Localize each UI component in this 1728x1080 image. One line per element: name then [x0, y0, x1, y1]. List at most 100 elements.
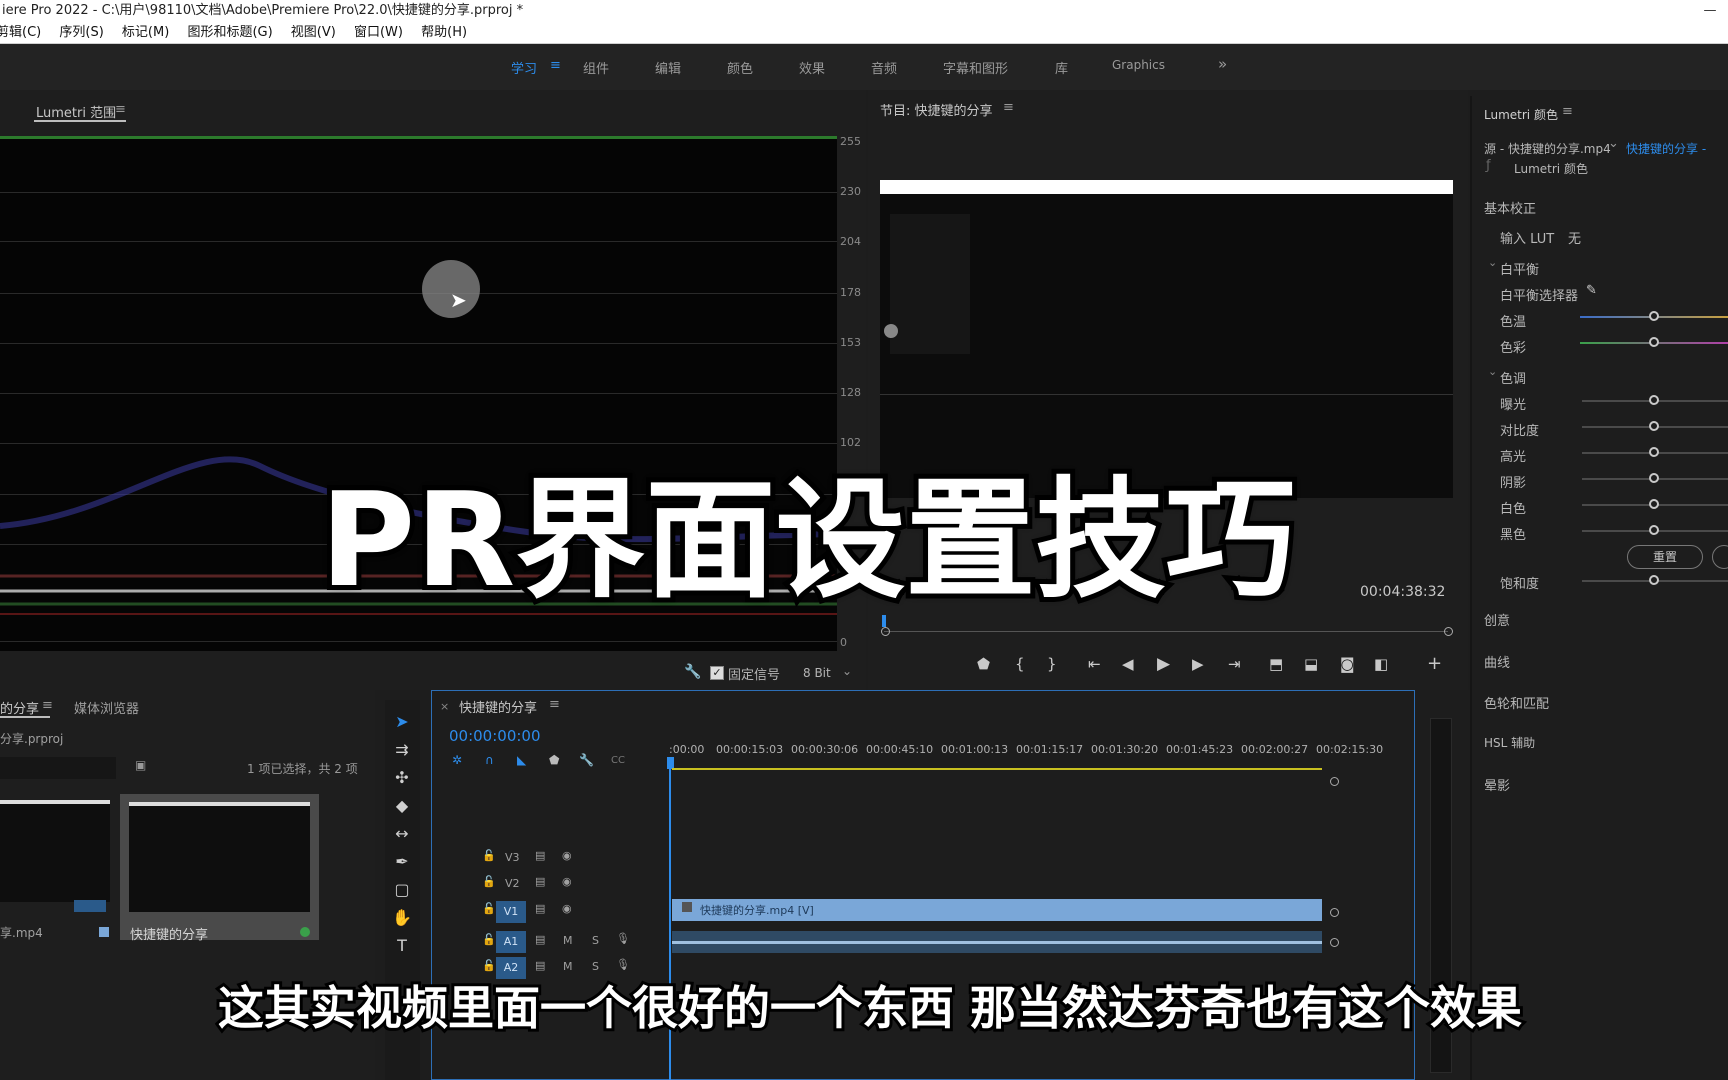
basic-correction-heading[interactable]: 基本校正 [1484, 198, 1536, 217]
nest-toggle-icon[interactable]: ✲ [452, 753, 462, 767]
lock-icon[interactable]: 🔓 [482, 902, 496, 915]
minimize-icon[interactable]: — [1690, 0, 1728, 22]
contrast-knob[interactable] [1649, 421, 1659, 431]
linked-selection-icon[interactable]: ◣ [517, 753, 526, 767]
clamp-signal-checkbox[interactable]: ✓ [710, 666, 724, 680]
sequence-thumbnail[interactable] [129, 802, 310, 912]
menu-view[interactable]: 视图(V) [291, 22, 336, 44]
add-marker-icon[interactable]: ⬟ [977, 655, 990, 673]
go-to-in-icon[interactable]: ⇤ [1088, 655, 1101, 673]
blacks-knob[interactable] [1649, 525, 1659, 535]
new-bin-icon[interactable]: ▣ [135, 758, 146, 772]
tone-heading[interactable]: 色调 [1500, 368, 1526, 387]
eye-icon[interactable]: ◉ [562, 875, 572, 888]
menu-markers[interactable]: 标记(M) [122, 22, 169, 44]
audio-clip[interactable] [672, 931, 1322, 953]
menu-window[interactable]: 窗口(W) [354, 22, 403, 44]
track-label-v2[interactable]: V2 [505, 877, 520, 890]
sync-lock-icon[interactable]: ▤ [535, 875, 545, 888]
tab-assembly[interactable]: 组件 [583, 58, 609, 77]
saturation-knob[interactable] [1649, 575, 1659, 585]
zoom-handle[interactable] [1330, 777, 1339, 786]
microphone-icon[interactable]: 🎙 [616, 932, 630, 945]
sync-lock-icon[interactable]: ▤ [535, 959, 545, 972]
mute-button[interactable]: M [563, 960, 573, 973]
tab-libraries[interactable]: 库 [1055, 58, 1068, 77]
solo-button[interactable]: S [592, 960, 599, 973]
whites-knob[interactable] [1649, 499, 1659, 509]
lumetri-source[interactable]: 源 - 快捷键的分享.mp4 [1484, 140, 1611, 157]
sequence-name[interactable]: 快捷键的分享 [130, 924, 208, 943]
section-color-wheels[interactable]: 色轮和匹配 [1484, 693, 1549, 712]
exposure-knob[interactable] [1649, 395, 1659, 405]
lock-icon[interactable]: 🔓 [482, 959, 496, 972]
project-tab[interactable]: 的分享 [0, 698, 39, 717]
project-search-input[interactable] [0, 757, 116, 779]
close-icon[interactable]: × [440, 700, 449, 713]
ripple-edit-tool-icon[interactable]: ✣ [391, 768, 413, 790]
chevron-down-icon[interactable]: ⌄ [1608, 136, 1619, 151]
track-height-handle[interactable] [1330, 908, 1339, 917]
media-browser-tab[interactable]: 媒体浏览器 [74, 698, 139, 717]
eye-icon[interactable]: ◉ [562, 849, 572, 862]
menu-sequence[interactable]: 序列(S) [59, 22, 103, 44]
export-frame-icon[interactable]: ◙ [1340, 655, 1355, 673]
bit-depth-select[interactable]: 8 Bit [803, 666, 831, 680]
comparison-view-icon[interactable]: ◧ [1374, 655, 1388, 673]
workspace-menu-icon[interactable]: ≡ [550, 58, 561, 73]
timeline-settings-icon[interactable]: 🔧 [579, 753, 594, 767]
lock-icon[interactable]: 🔓 [482, 849, 496, 862]
timeline-timecode[interactable]: 00:00:00:00 [449, 727, 541, 745]
lumetri-menu-icon[interactable]: ≡ [1562, 104, 1573, 119]
program-scrubber[interactable] [884, 631, 1448, 632]
chevron-down-icon[interactable]: ⌄ [842, 664, 852, 678]
type-tool-icon[interactable]: T [391, 936, 413, 958]
section-curves[interactable]: 曲线 [1484, 652, 1510, 671]
tab-effects[interactable]: 效果 [799, 58, 825, 77]
video-clip[interactable]: 快捷键的分享.mp4 [V] [672, 899, 1322, 921]
timeline-menu-icon[interactable]: ≡ [549, 697, 560, 712]
project-menu-icon[interactable]: ≡ [42, 698, 53, 713]
scrubber-start-handle[interactable] [881, 627, 890, 636]
selection-tool-icon[interactable]: ➤ [391, 712, 413, 734]
highlights-knob[interactable] [1649, 447, 1659, 457]
pen-tool-icon[interactable]: ✒ [391, 852, 413, 874]
captions-icon[interactable]: CC [611, 755, 625, 766]
timeline-title[interactable]: 快捷键的分享 [459, 697, 537, 716]
program-monitor-title[interactable]: 节目: 快捷键的分享 [880, 100, 993, 119]
tab-audio[interactable]: 音频 [871, 58, 897, 77]
wrench-icon[interactable]: 🔧 [684, 664, 701, 680]
work-area-bar[interactable] [672, 768, 1322, 770]
slip-tool-icon[interactable]: ↔ [391, 824, 413, 846]
sync-lock-icon[interactable]: ▤ [535, 849, 545, 862]
sync-lock-icon[interactable]: ▤ [535, 902, 545, 915]
lock-icon[interactable]: 🔓 [482, 875, 496, 888]
chevron-down-icon[interactable]: ⌄ [1488, 256, 1497, 269]
tab-editing[interactable]: 编辑 [655, 58, 681, 77]
hand-tool-icon[interactable]: ✋ [391, 908, 413, 930]
chevron-down-icon[interactable]: ⌄ [1488, 365, 1497, 378]
tab-graphics[interactable]: Graphics [1112, 58, 1165, 72]
scopes-panel-title[interactable]: Lumetri 范围 [36, 102, 116, 121]
mark-out-icon[interactable]: } [1047, 655, 1057, 673]
menu-graphics[interactable]: 图形和标题(G) [187, 22, 272, 44]
tab-color[interactable]: 颜色 [727, 58, 753, 77]
solo-button[interactable]: S [592, 934, 599, 947]
step-forward-icon[interactable]: ▶ [1192, 655, 1204, 673]
eyedropper-icon[interactable]: ✎ [1586, 283, 1597, 298]
button-editor-icon[interactable]: + [1427, 653, 1442, 674]
rectangle-tool-icon[interactable]: ▢ [391, 880, 413, 902]
snap-icon[interactable]: ∩ [485, 753, 494, 767]
program-menu-icon[interactable]: ≡ [1003, 100, 1014, 115]
lift-icon[interactable]: ⬒ [1269, 655, 1283, 673]
mute-button[interactable]: M [563, 934, 573, 947]
extract-icon[interactable]: ⬓ [1304, 655, 1318, 673]
clip-thumbnail[interactable] [0, 800, 110, 902]
workspace-overflow-icon[interactable]: » [1218, 55, 1227, 73]
auto-button[interactable] [1712, 545, 1728, 569]
track-label-v3[interactable]: V3 [505, 851, 520, 864]
tab-captions[interactable]: 字幕和图形 [943, 58, 1008, 77]
menu-help[interactable]: 帮助(H) [421, 22, 467, 44]
track-height-handle[interactable] [1330, 938, 1339, 947]
track-label-a1[interactable]: A1 [496, 931, 526, 953]
